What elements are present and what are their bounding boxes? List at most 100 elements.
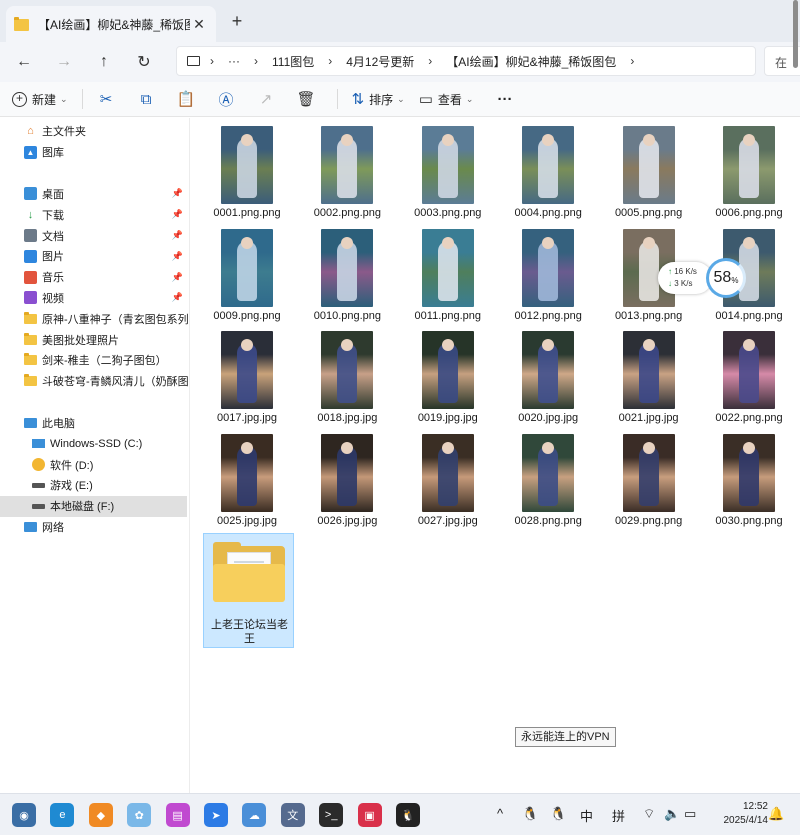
sidebar-item-gallery[interactable]: ▲ 图库 [0, 142, 189, 163]
image-thumbnail [221, 126, 273, 204]
file-item[interactable]: 0030.png.png [703, 432, 795, 532]
sidebar-item-quick[interactable]: 音乐 📌 [0, 267, 189, 288]
sidebar-item-quick[interactable]: 原神-八重神子（青玄图包系列） [0, 308, 189, 329]
qq-tray-icon[interactable]: 🐧 [550, 806, 566, 822]
sidebar-item-drive[interactable]: 本地磁盘 (F:) [0, 495, 187, 517]
new-button[interactable]: + 新建 ⌄ [12, 91, 68, 108]
sidebar-item-quick[interactable]: 文档 📌 [0, 225, 189, 246]
breadcrumb-item[interactable]: 【AI绘画】柳妃&神藤_稀饭图包 [438, 53, 624, 70]
breadcrumb-more[interactable]: ··· [220, 54, 248, 68]
divider [336, 89, 338, 109]
sort-button[interactable]: ⇅ 排序 ⌄ [352, 90, 405, 108]
store-app-icon[interactable]: ◆ [88, 803, 113, 827]
file-item[interactable]: 0001.png.png [201, 124, 293, 224]
file-item[interactable]: 0009.png.png [201, 227, 293, 327]
sidebar-item-quick[interactable]: 剑来-稚圭（二狗子图包） [0, 350, 189, 371]
file-item[interactable]: 0002.png.png [301, 124, 393, 224]
sidebar-item-drive[interactable]: Windows-SSD (C:) [0, 433, 189, 454]
forward-button[interactable]: → [44, 47, 84, 77]
cut-button[interactable]: ✂ [97, 90, 121, 108]
network-speed-widget[interactable]: ↑ 16 K/s ↓ 3 K/s 58% [658, 256, 746, 298]
desktop-icon [24, 187, 37, 201]
sidebar-item-quick[interactable]: 美图批处理照片 [0, 329, 189, 350]
new-tab-button[interactable]: + [226, 10, 248, 32]
paste-button[interactable]: 📋 [177, 90, 201, 108]
rename-button[interactable]: Ⓐ [217, 89, 241, 110]
share-icon: ↗ [259, 91, 273, 108]
clock[interactable]: 12:52 2025/4/14 [712, 800, 769, 828]
delete-button[interactable]: 🗑 [297, 90, 321, 108]
sidebar-item-quick[interactable]: 图片 📌 [0, 246, 189, 267]
ime-mode-indicator[interactable]: 拼 [612, 806, 625, 825]
file-item[interactable]: 0025.jpg.jpg [201, 432, 293, 532]
file-item[interactable]: 0019.jpg.jpg [402, 329, 494, 429]
file-item[interactable]: 0011.png.png [402, 227, 494, 327]
notification-bell-icon[interactable]: 🔔 [768, 806, 784, 822]
file-item[interactable]: 0020.jpg.jpg [502, 329, 594, 429]
volume-icon[interactable]: 🔈 [664, 806, 680, 822]
more-options-button[interactable]: ··· [497, 91, 512, 108]
tray-overflow-chevron[interactable]: ^ [497, 806, 503, 821]
battery-icon[interactable]: ▭ [684, 806, 696, 822]
share-button[interactable]: ↗ [257, 90, 281, 108]
file-item[interactable]: 0004.png.png [502, 124, 594, 224]
file-item[interactable]: 0029.png.png [603, 432, 695, 532]
photos-app-icon[interactable]: ◉ [12, 803, 36, 827]
feishu-icon[interactable]: ➤ [204, 803, 228, 827]
sidebar-item-drive[interactable]: 游戏 (E:) [0, 475, 189, 496]
ime-language-indicator[interactable]: 中 [580, 806, 593, 825]
back-button[interactable]: ← [4, 47, 44, 77]
file-item[interactable]: 0027.jpg.jpg [402, 432, 494, 532]
chevron-down-icon: ⌄ [465, 93, 474, 104]
file-item[interactable]: 0003.png.png [402, 124, 494, 224]
rename-icon: Ⓐ [218, 91, 234, 109]
breadcrumb-item[interactable]: 111图包 [264, 53, 322, 70]
terminal-icon[interactable]: >_ [319, 803, 344, 827]
breadcrumb-separator: › [254, 54, 258, 68]
file-item[interactable]: 0022.png.png [703, 329, 795, 429]
address-bar[interactable]: › ··· › 111图包 › 4月12号更新 › 【AI绘画】柳妃&神藤_稀饭… [176, 46, 756, 76]
design-app-icon[interactable]: ▤ [165, 803, 190, 827]
file-item[interactable]: 0012.png.png [502, 227, 594, 327]
file-item[interactable]: 0028.png.png [502, 432, 594, 532]
sidebar-item-quick[interactable]: 斗破苍穹-青鳞风清儿（奶酥图包 [0, 371, 189, 392]
wifi-icon[interactable]: ⌔ [643, 806, 655, 822]
refresh-button[interactable]: ↻ [124, 47, 164, 77]
sidebar-item-quick[interactable]: 桌面 📌 [0, 184, 189, 205]
up-button[interactable]: ↑ [84, 47, 124, 77]
copy-button[interactable]: ⧉ [137, 91, 161, 108]
sidebar-item-network[interactable]: 网络 [0, 517, 189, 538]
file-item[interactable]: 0006.png.png [703, 124, 795, 224]
close-tab-icon[interactable]: ✕ [190, 16, 208, 33]
file-list-area: 0001.png.png 0002.png.png 0003.png.png 0004… [191, 118, 800, 793]
sidebar-item-drive[interactable]: 软件 (D:) [0, 454, 189, 475]
image-thumbnail [522, 331, 575, 410]
window-scrollbar[interactable] [793, 0, 798, 68]
sidebar-item-quick[interactable]: 视频 📌 [0, 288, 189, 309]
cloud-app-icon[interactable]: ☁ [242, 803, 267, 827]
breadcrumb-item[interactable]: 4月12号更新 [338, 53, 422, 70]
colorful-app-icon[interactable]: ✿ [127, 803, 152, 827]
sidebar-item-home[interactable]: ⌂ 主文件夹 [0, 121, 189, 142]
folder-item[interactable]: 上老王论坛当老王 [203, 533, 294, 648]
breadcrumb-separator: › [428, 54, 433, 68]
file-item[interactable]: 0021.jpg.jpg [603, 329, 695, 429]
file-item[interactable]: 0018.jpg.jpg [301, 329, 393, 429]
red-app-icon[interactable]: ▣ [357, 803, 382, 827]
image-thumbnail [622, 433, 675, 512]
view-button[interactable]: ▭ 查看 ⌄ [419, 90, 474, 108]
sidebar-item-quick[interactable]: ↓ 下载 📌 [0, 204, 189, 225]
edge-icon[interactable]: e [50, 803, 75, 827]
folder-large-icon [213, 542, 285, 602]
file-item[interactable]: 0017.jpg.jpg [201, 329, 293, 429]
qq-tray-icon[interactable]: 🐧 [522, 806, 538, 822]
quick-access-list: 桌面 📌 ↓ 下载 📌 文档 📌 图片 📌 音乐 📌 视频 📌 原神-八重神子（青玄图包系列） 美图批处理照… [0, 184, 189, 392]
file-item[interactable]: 0005.png.png [603, 124, 695, 224]
qq-icon[interactable]: 🐧 [396, 803, 420, 827]
file-item[interactable]: 0026.jpg.jpg [301, 432, 393, 532]
file-item[interactable]: 0010.png.png [301, 227, 393, 327]
chevron-down-icon: ⌄ [397, 93, 405, 104]
tab-current-folder[interactable]: 【AI绘画】柳妃&神藤_稀饭图包 ✕ [6, 6, 216, 42]
sidebar-item-this-pc[interactable]: 此电脑 [0, 413, 189, 434]
translate-app-icon[interactable]: 文 [280, 803, 305, 827]
